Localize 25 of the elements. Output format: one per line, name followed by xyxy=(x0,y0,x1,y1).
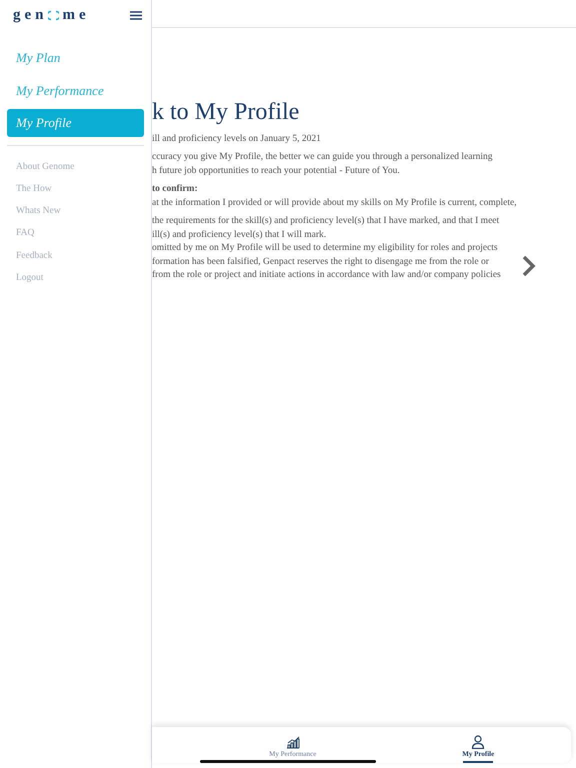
sidebar-link[interactable]: Logout xyxy=(7,270,144,285)
text-line: at the information I provided or will provide about my skills on My Profile is current, complete, xyxy=(152,196,517,210)
nav-item[interactable]: My Plan xyxy=(7,44,144,72)
chart-icon xyxy=(286,734,300,749)
sidebar-link[interactable]: The How xyxy=(7,182,144,196)
text-line: ill(s) and proficiency level(s) that I will mark. xyxy=(152,228,326,242)
sidebar-link[interactable]: Feedback xyxy=(7,248,144,263)
menu-icon[interactable] xyxy=(130,10,142,20)
logo: gen me xyxy=(13,6,90,25)
text-line: to confirm: xyxy=(152,183,198,196)
text-line: the requirements for the skill(s) and proficiency level(s) that I have marked, and that I meet xyxy=(152,215,500,228)
text-line: ill and proficiency levels on January 5, 2021 xyxy=(152,132,321,146)
chevron-right-icon[interactable] xyxy=(522,255,536,277)
text-line: formation has been falsified, Genpact reserves the right to disengage me from the role or xyxy=(152,256,489,269)
page-heading: k to My Profile xyxy=(152,98,300,127)
nav-item[interactable]: My Performance xyxy=(7,76,144,104)
nav-item[interactable]: My Profile xyxy=(7,109,144,136)
person-icon xyxy=(471,734,486,749)
text-line: ccuracy you give My Profile, the better we can guide you through a personalized learning xyxy=(152,151,493,164)
sidebar-link[interactable]: Whats New xyxy=(7,204,144,218)
sidebar-link[interactable]: About Genome xyxy=(7,160,144,174)
text-line: h future job opportunities to reach your potential - Future of You. xyxy=(152,164,400,178)
sidebar-link[interactable]: FAQ xyxy=(7,226,144,240)
text-line: omitted by me on My Profile will be used to determine my eligibility for roles and projects xyxy=(152,242,498,256)
text-line: from the role or project and initiate actions in accordance with law and/or company policies xyxy=(152,269,501,282)
